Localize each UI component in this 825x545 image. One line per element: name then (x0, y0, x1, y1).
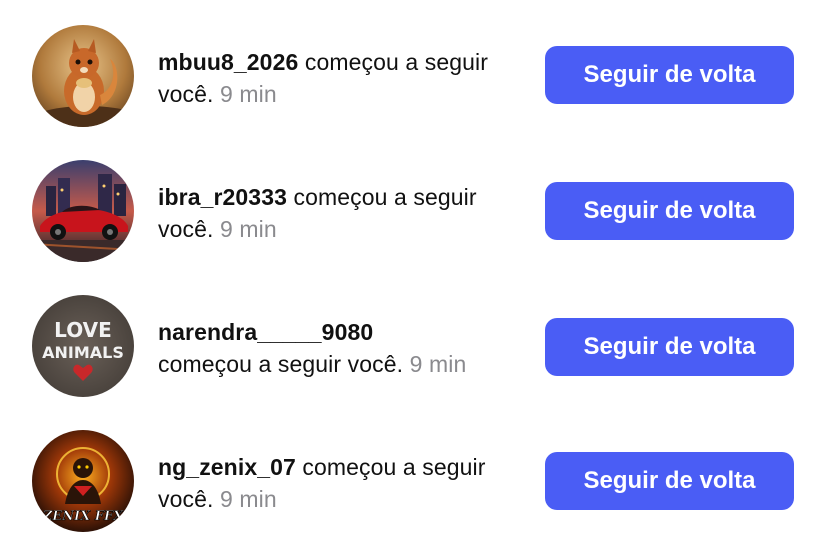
notification-row: mbuu8_2026 começou a seguir você. 9 min … (0, 18, 825, 138)
notification-row: ibra_r20333 começou a seguir você. 9 min… (0, 153, 825, 273)
notification-row: LOVE ANIMALS narendra_____9080 começou a… (0, 288, 825, 408)
avatar-text-line-1: LOVE (54, 318, 112, 342)
username-link[interactable]: ng_zenix_07 (158, 454, 296, 480)
notification-time: 9 min (219, 486, 277, 512)
squirrel-avatar-icon[interactable] (32, 25, 134, 127)
username-link[interactable]: narendra_____9080 (158, 319, 373, 345)
notification-text: narendra_____9080 começou a seguir você.… (158, 316, 538, 380)
zenix-ffx-avatar-icon[interactable]: ZENIX FFX (32, 430, 134, 532)
avatar-text: ZENIX FFX (42, 509, 124, 524)
love-animals-avatar-icon[interactable]: LOVE ANIMALS (32, 295, 134, 397)
avatar-text-line-2: ANIMALS (42, 343, 124, 362)
follow-back-button[interactable]: Seguir de volta (545, 182, 794, 240)
notification-time: 9 min (409, 351, 467, 377)
notification-row: ZENIX FFX ng_zenix_07 começou a seguir v… (0, 423, 825, 543)
notification-time: 9 min (219, 216, 277, 242)
notification-action: começou a seguir você. (158, 351, 404, 377)
red-car-avatar-icon[interactable] (32, 160, 134, 262)
username-link[interactable]: ibra_r20333 (158, 184, 287, 210)
notification-text: mbuu8_2026 começou a seguir você. 9 min (158, 46, 528, 110)
username-link[interactable]: mbuu8_2026 (158, 49, 298, 75)
notification-time: 9 min (219, 81, 277, 107)
follow-back-button[interactable]: Seguir de volta (545, 452, 794, 510)
notification-text: ibra_r20333 começou a seguir você. 9 min (158, 181, 528, 245)
follow-notifications-list: mbuu8_2026 começou a seguir você. 9 min … (0, 0, 825, 545)
notification-text: ng_zenix_07 começou a seguir você. 9 min (158, 451, 528, 515)
follow-back-button[interactable]: Seguir de volta (545, 318, 794, 376)
follow-back-button[interactable]: Seguir de volta (545, 46, 794, 104)
